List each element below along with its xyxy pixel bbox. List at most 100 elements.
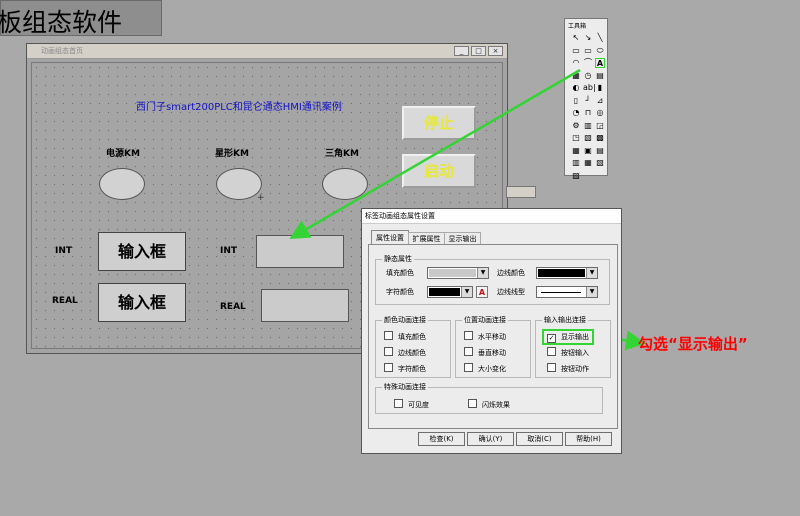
- cancel-button[interactable]: 取消(C): [516, 432, 563, 446]
- toolbox-tool-icon[interactable]: ╲: [595, 33, 605, 43]
- annotation-text: 勾选“显示输出”: [638, 335, 748, 353]
- lamp-label-delta: 三角KM: [325, 149, 359, 159]
- toolbox-tool-icon[interactable]: ◳: [571, 133, 581, 143]
- checkbox-label: 填充颜色: [398, 333, 426, 341]
- help-button[interactable]: 帮助(H): [565, 432, 612, 446]
- static-attributes-title: 静态属性: [382, 254, 414, 264]
- toolbox-tool-icon[interactable]: ⌒: [583, 58, 593, 68]
- toolbox-tool-icon[interactable]: ◔: [571, 108, 581, 118]
- checkbox-blink-effect[interactable]: 闪烁效果: [468, 399, 510, 410]
- lamp-delta[interactable]: [322, 168, 368, 200]
- toolbox-tool-icon[interactable]: ◷: [583, 71, 593, 81]
- toolbox-tool-icon[interactable]: ▦: [571, 146, 581, 156]
- banner-title: 板组态软件: [0, 0, 162, 37]
- checkbox-label: 闪烁效果: [482, 401, 510, 409]
- toolbox-tool-icon[interactable]: ▮: [595, 83, 605, 93]
- checkbox-label: 显示输出: [561, 333, 589, 341]
- toolbox-tool-icon[interactable]: ↘: [583, 33, 593, 43]
- label-tool-icon[interactable]: A: [595, 58, 605, 68]
- char-color-select[interactable]: ▼: [427, 286, 473, 298]
- toolbox-tool-icon[interactable]: ⊿: [595, 96, 605, 106]
- checkbox-button-input[interactable]: 按钮输入: [547, 347, 589, 358]
- chevron-down-icon[interactable]: ▼: [477, 268, 488, 278]
- toolbox-tool-icon[interactable]: ▥: [583, 121, 593, 131]
- toolbox-tool-icon[interactable]: ↖: [571, 33, 581, 43]
- toolbox-tool-icon[interactable]: ◠: [571, 58, 581, 68]
- toolbox-tool-icon[interactable]: ▯: [571, 96, 581, 106]
- toolbox-tool-icon[interactable]: ▤: [595, 71, 605, 81]
- close-button[interactable]: ×: [488, 46, 503, 56]
- toolbox-tool-icon[interactable]: ▤: [595, 146, 605, 156]
- toolbox-tool-icon[interactable]: ▭: [583, 46, 593, 56]
- lamp-power[interactable]: [99, 168, 145, 200]
- toolbox-tool-icon[interactable]: ▭: [571, 46, 581, 56]
- chevron-down-icon[interactable]: ▼: [461, 287, 472, 297]
- real-label-right: REAL: [220, 302, 246, 312]
- start-button[interactable]: 启动: [402, 154, 476, 188]
- tab-attribute-settings[interactable]: 属性设置: [371, 230, 409, 245]
- checkbox-visibility[interactable]: 可见度: [394, 399, 429, 410]
- font-settings-icon[interactable]: A: [476, 286, 488, 298]
- checkbox-label: 大小变化: [478, 365, 506, 373]
- checkbox-label: 字符颜色: [398, 365, 426, 373]
- stop-button[interactable]: 停止: [402, 106, 476, 140]
- minimize-button[interactable]: _: [454, 46, 469, 56]
- static-attributes-group: 静态属性 填充颜色 ▼ 边线颜色 ▼ 字符颜色 ▼ A 边线线型 ▼: [375, 254, 610, 305]
- checkbox-button-action[interactable]: 按钮动作: [547, 363, 589, 374]
- confirm-button[interactable]: 确认(Y): [467, 432, 514, 446]
- chevron-down-icon[interactable]: ▼: [586, 268, 597, 278]
- output-label-int[interactable]: [256, 235, 344, 268]
- toolbox-tool-icon[interactable]: ▦: [583, 158, 593, 168]
- lamp-label-star: 星形KM: [215, 149, 249, 159]
- checkbox-size-change[interactable]: 大小变化: [464, 363, 506, 374]
- position-animation-title: 位置动画连接: [462, 315, 508, 325]
- toolbox-tool-icon[interactable]: ▩: [595, 133, 605, 143]
- hmi-window-title: 动画组态首页: [41, 47, 83, 55]
- lamp-star[interactable]: [216, 168, 262, 200]
- checkbox-fill-color[interactable]: 填充颜色: [384, 331, 426, 342]
- border-style-select[interactable]: ▼: [536, 286, 598, 298]
- toolbox-tool-icon[interactable]: ab|: [583, 83, 596, 93]
- border-color-swatch: [538, 269, 585, 277]
- toolbox-tool-icon[interactable]: ⚙: [571, 121, 581, 131]
- check-button[interactable]: 检查(K): [418, 432, 465, 446]
- input-box-int[interactable]: 输入框: [98, 232, 186, 271]
- special-animation-title: 特殊动画连接: [382, 382, 428, 392]
- banner-text: 板组态软件: [0, 8, 123, 37]
- toolbox-tool-icon[interactable]: ⊓: [583, 108, 593, 118]
- checkbox-char-color[interactable]: 字符颜色: [384, 363, 426, 374]
- maximize-button[interactable]: □: [471, 46, 486, 56]
- background-window-strip: [506, 186, 536, 198]
- toolbox-tool-icon[interactable]: ▥: [571, 158, 581, 168]
- toolbox-tool-icon[interactable]: ┘: [583, 96, 593, 106]
- dialog-title: 标签动画组态属性设置: [365, 212, 435, 220]
- toolbox-tool-icon[interactable]: ◲: [595, 121, 605, 131]
- border-color-select[interactable]: ▼: [536, 267, 598, 279]
- border-color-label: 边线颜色: [497, 269, 525, 277]
- toolbox-tool-icon[interactable]: ◐: [571, 83, 581, 93]
- toolbox-tool-icon[interactable]: ▨: [571, 171, 581, 181]
- output-label-real[interactable]: [261, 289, 349, 322]
- toolbox-tool-icon[interactable]: ▧: [595, 158, 605, 168]
- fill-color-select[interactable]: ▼: [427, 267, 489, 279]
- fill-color-label: 填充颜色: [386, 269, 414, 277]
- color-animation-group: 颜色动画连接 填充颜色 边线颜色 字符颜色: [375, 315, 451, 378]
- toolbox-tool-icon[interactable]: ▦: [571, 71, 581, 81]
- real-label-left: REAL: [52, 296, 78, 306]
- chevron-down-icon[interactable]: ▼: [586, 287, 597, 297]
- toolbox-tool-icon[interactable]: ⬭: [595, 46, 605, 56]
- int-label-right: INT: [220, 246, 238, 256]
- checkbox-display-output[interactable]: ✓ 显示输出: [542, 329, 594, 345]
- checkbox-vertical-move[interactable]: 垂直移动: [464, 347, 506, 358]
- toolbox-tool-icon[interactable]: ▣: [583, 146, 593, 156]
- checkbox-border-color[interactable]: 边线颜色: [384, 347, 426, 358]
- toolbox-tool-icon[interactable]: ◎: [595, 108, 605, 118]
- dialog-titlebar: 标签动画组态属性设置: [362, 209, 621, 224]
- io-connection-group: 输入输出连接 ✓ 显示输出 按钮输入 按钮动作: [535, 315, 611, 378]
- toolbox-tool-icon[interactable]: ▧: [583, 133, 593, 143]
- checkbox-label: 水平移动: [478, 333, 506, 341]
- input-box-real[interactable]: 输入框: [98, 283, 186, 322]
- hmi-heading: 西门子smart200PLC和昆仑通态HMI通讯案例: [136, 102, 342, 113]
- checkbox-label: 边线颜色: [398, 349, 426, 357]
- checkbox-horizontal-move[interactable]: 水平移动: [464, 331, 506, 342]
